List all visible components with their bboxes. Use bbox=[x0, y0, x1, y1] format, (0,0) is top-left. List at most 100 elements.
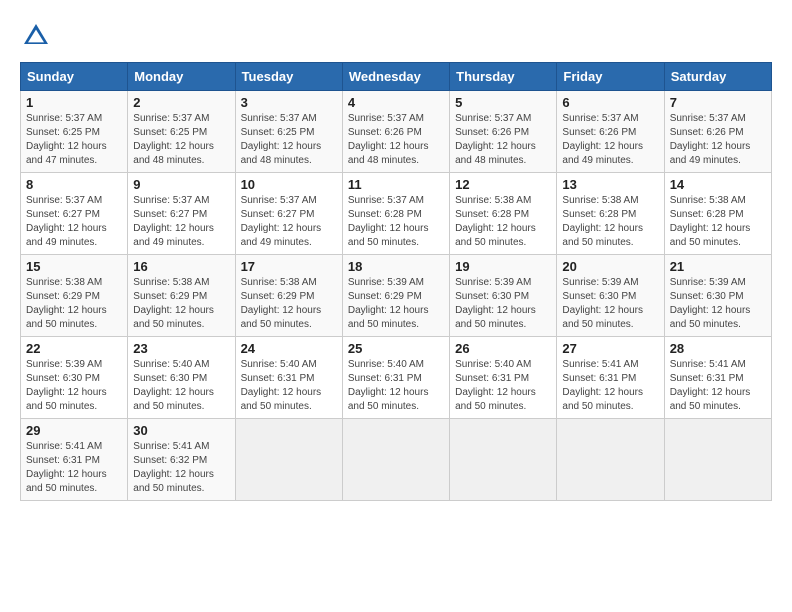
day-detail: Sunrise: 5:39 AMSunset: 6:30 PMDaylight:… bbox=[670, 277, 751, 330]
day-number: 15 bbox=[26, 259, 122, 274]
calendar-cell: 19 Sunrise: 5:39 AMSunset: 6:30 PMDaylig… bbox=[450, 255, 557, 337]
calendar-cell: 5 Sunrise: 5:37 AMSunset: 6:26 PMDayligh… bbox=[450, 91, 557, 173]
day-detail: Sunrise: 5:37 AMSunset: 6:28 PMDaylight:… bbox=[348, 195, 429, 248]
calendar-cell: 8 Sunrise: 5:37 AMSunset: 6:27 PMDayligh… bbox=[21, 173, 128, 255]
day-number: 11 bbox=[348, 177, 444, 192]
day-detail: Sunrise: 5:41 AMSunset: 6:32 PMDaylight:… bbox=[133, 441, 214, 494]
day-detail: Sunrise: 5:37 AMSunset: 6:27 PMDaylight:… bbox=[241, 195, 322, 248]
day-detail: Sunrise: 5:37 AMSunset: 6:25 PMDaylight:… bbox=[241, 113, 322, 166]
day-detail: Sunrise: 5:37 AMSunset: 6:25 PMDaylight:… bbox=[133, 113, 214, 166]
day-number: 29 bbox=[26, 423, 122, 438]
header-day-thursday: Thursday bbox=[450, 63, 557, 91]
header-day-wednesday: Wednesday bbox=[342, 63, 449, 91]
day-number: 6 bbox=[562, 95, 658, 110]
day-number: 24 bbox=[241, 341, 337, 356]
calendar-cell bbox=[664, 419, 771, 501]
header-day-monday: Monday bbox=[128, 63, 235, 91]
calendar-cell: 1 Sunrise: 5:37 AMSunset: 6:25 PMDayligh… bbox=[21, 91, 128, 173]
calendar-cell: 14 Sunrise: 5:38 AMSunset: 6:28 PMDaylig… bbox=[664, 173, 771, 255]
header-day-sunday: Sunday bbox=[21, 63, 128, 91]
day-number: 25 bbox=[348, 341, 444, 356]
calendar-cell: 26 Sunrise: 5:40 AMSunset: 6:31 PMDaylig… bbox=[450, 337, 557, 419]
calendar-cell: 3 Sunrise: 5:37 AMSunset: 6:25 PMDayligh… bbox=[235, 91, 342, 173]
header-day-saturday: Saturday bbox=[664, 63, 771, 91]
day-detail: Sunrise: 5:41 AMSunset: 6:31 PMDaylight:… bbox=[562, 359, 643, 412]
calendar-cell: 16 Sunrise: 5:38 AMSunset: 6:29 PMDaylig… bbox=[128, 255, 235, 337]
day-detail: Sunrise: 5:39 AMSunset: 6:30 PMDaylight:… bbox=[455, 277, 536, 330]
calendar-cell: 17 Sunrise: 5:38 AMSunset: 6:29 PMDaylig… bbox=[235, 255, 342, 337]
calendar-cell: 30 Sunrise: 5:41 AMSunset: 6:32 PMDaylig… bbox=[128, 419, 235, 501]
day-detail: Sunrise: 5:41 AMSunset: 6:31 PMDaylight:… bbox=[670, 359, 751, 412]
day-number: 2 bbox=[133, 95, 229, 110]
day-detail: Sunrise: 5:38 AMSunset: 6:28 PMDaylight:… bbox=[562, 195, 643, 248]
calendar-cell: 2 Sunrise: 5:37 AMSunset: 6:25 PMDayligh… bbox=[128, 91, 235, 173]
day-detail: Sunrise: 5:37 AMSunset: 6:27 PMDaylight:… bbox=[26, 195, 107, 248]
header-day-tuesday: Tuesday bbox=[235, 63, 342, 91]
day-number: 10 bbox=[241, 177, 337, 192]
calendar-cell bbox=[342, 419, 449, 501]
day-detail: Sunrise: 5:38 AMSunset: 6:28 PMDaylight:… bbox=[455, 195, 536, 248]
calendar-body: 1 Sunrise: 5:37 AMSunset: 6:25 PMDayligh… bbox=[21, 91, 772, 501]
day-number: 27 bbox=[562, 341, 658, 356]
calendar-cell: 27 Sunrise: 5:41 AMSunset: 6:31 PMDaylig… bbox=[557, 337, 664, 419]
calendar-cell: 12 Sunrise: 5:38 AMSunset: 6:28 PMDaylig… bbox=[450, 173, 557, 255]
day-number: 17 bbox=[241, 259, 337, 274]
calendar-header: SundayMondayTuesdayWednesdayThursdayFrid… bbox=[21, 63, 772, 91]
day-number: 8 bbox=[26, 177, 122, 192]
calendar-cell: 21 Sunrise: 5:39 AMSunset: 6:30 PMDaylig… bbox=[664, 255, 771, 337]
day-number: 30 bbox=[133, 423, 229, 438]
calendar-week-2: 8 Sunrise: 5:37 AMSunset: 6:27 PMDayligh… bbox=[21, 173, 772, 255]
calendar-cell: 11 Sunrise: 5:37 AMSunset: 6:28 PMDaylig… bbox=[342, 173, 449, 255]
calendar-cell: 7 Sunrise: 5:37 AMSunset: 6:26 PMDayligh… bbox=[664, 91, 771, 173]
day-detail: Sunrise: 5:40 AMSunset: 6:31 PMDaylight:… bbox=[241, 359, 322, 412]
calendar-week-5: 29 Sunrise: 5:41 AMSunset: 6:31 PMDaylig… bbox=[21, 419, 772, 501]
calendar-cell: 18 Sunrise: 5:39 AMSunset: 6:29 PMDaylig… bbox=[342, 255, 449, 337]
day-detail: Sunrise: 5:37 AMSunset: 6:25 PMDaylight:… bbox=[26, 113, 107, 166]
day-detail: Sunrise: 5:39 AMSunset: 6:29 PMDaylight:… bbox=[348, 277, 429, 330]
day-number: 19 bbox=[455, 259, 551, 274]
calendar-cell bbox=[557, 419, 664, 501]
day-detail: Sunrise: 5:39 AMSunset: 6:30 PMDaylight:… bbox=[562, 277, 643, 330]
page-header bbox=[20, 20, 772, 52]
calendar-cell: 23 Sunrise: 5:40 AMSunset: 6:30 PMDaylig… bbox=[128, 337, 235, 419]
day-number: 26 bbox=[455, 341, 551, 356]
calendar-cell: 6 Sunrise: 5:37 AMSunset: 6:26 PMDayligh… bbox=[557, 91, 664, 173]
day-number: 12 bbox=[455, 177, 551, 192]
day-detail: Sunrise: 5:37 AMSunset: 6:27 PMDaylight:… bbox=[133, 195, 214, 248]
day-detail: Sunrise: 5:40 AMSunset: 6:31 PMDaylight:… bbox=[455, 359, 536, 412]
calendar-cell: 20 Sunrise: 5:39 AMSunset: 6:30 PMDaylig… bbox=[557, 255, 664, 337]
day-detail: Sunrise: 5:38 AMSunset: 6:29 PMDaylight:… bbox=[133, 277, 214, 330]
day-detail: Sunrise: 5:38 AMSunset: 6:28 PMDaylight:… bbox=[670, 195, 751, 248]
day-detail: Sunrise: 5:40 AMSunset: 6:30 PMDaylight:… bbox=[133, 359, 214, 412]
day-number: 20 bbox=[562, 259, 658, 274]
day-number: 4 bbox=[348, 95, 444, 110]
calendar-table: SundayMondayTuesdayWednesdayThursdayFrid… bbox=[20, 62, 772, 501]
day-number: 14 bbox=[670, 177, 766, 192]
calendar-cell: 10 Sunrise: 5:37 AMSunset: 6:27 PMDaylig… bbox=[235, 173, 342, 255]
day-number: 13 bbox=[562, 177, 658, 192]
day-number: 3 bbox=[241, 95, 337, 110]
calendar-week-1: 1 Sunrise: 5:37 AMSunset: 6:25 PMDayligh… bbox=[21, 91, 772, 173]
day-number: 16 bbox=[133, 259, 229, 274]
calendar-cell: 13 Sunrise: 5:38 AMSunset: 6:28 PMDaylig… bbox=[557, 173, 664, 255]
calendar-cell bbox=[450, 419, 557, 501]
day-detail: Sunrise: 5:38 AMSunset: 6:29 PMDaylight:… bbox=[241, 277, 322, 330]
calendar-cell: 28 Sunrise: 5:41 AMSunset: 6:31 PMDaylig… bbox=[664, 337, 771, 419]
calendar-cell: 9 Sunrise: 5:37 AMSunset: 6:27 PMDayligh… bbox=[128, 173, 235, 255]
calendar-week-4: 22 Sunrise: 5:39 AMSunset: 6:30 PMDaylig… bbox=[21, 337, 772, 419]
calendar-cell bbox=[235, 419, 342, 501]
day-detail: Sunrise: 5:37 AMSunset: 6:26 PMDaylight:… bbox=[562, 113, 643, 166]
day-number: 28 bbox=[670, 341, 766, 356]
day-number: 9 bbox=[133, 177, 229, 192]
day-detail: Sunrise: 5:37 AMSunset: 6:26 PMDaylight:… bbox=[670, 113, 751, 166]
logo bbox=[20, 20, 56, 52]
day-detail: Sunrise: 5:37 AMSunset: 6:26 PMDaylight:… bbox=[455, 113, 536, 166]
calendar-cell: 25 Sunrise: 5:40 AMSunset: 6:31 PMDaylig… bbox=[342, 337, 449, 419]
day-detail: Sunrise: 5:41 AMSunset: 6:31 PMDaylight:… bbox=[26, 441, 107, 494]
day-number: 1 bbox=[26, 95, 122, 110]
calendar-cell: 29 Sunrise: 5:41 AMSunset: 6:31 PMDaylig… bbox=[21, 419, 128, 501]
calendar-cell: 4 Sunrise: 5:37 AMSunset: 6:26 PMDayligh… bbox=[342, 91, 449, 173]
day-number: 18 bbox=[348, 259, 444, 274]
day-number: 5 bbox=[455, 95, 551, 110]
day-detail: Sunrise: 5:40 AMSunset: 6:31 PMDaylight:… bbox=[348, 359, 429, 412]
